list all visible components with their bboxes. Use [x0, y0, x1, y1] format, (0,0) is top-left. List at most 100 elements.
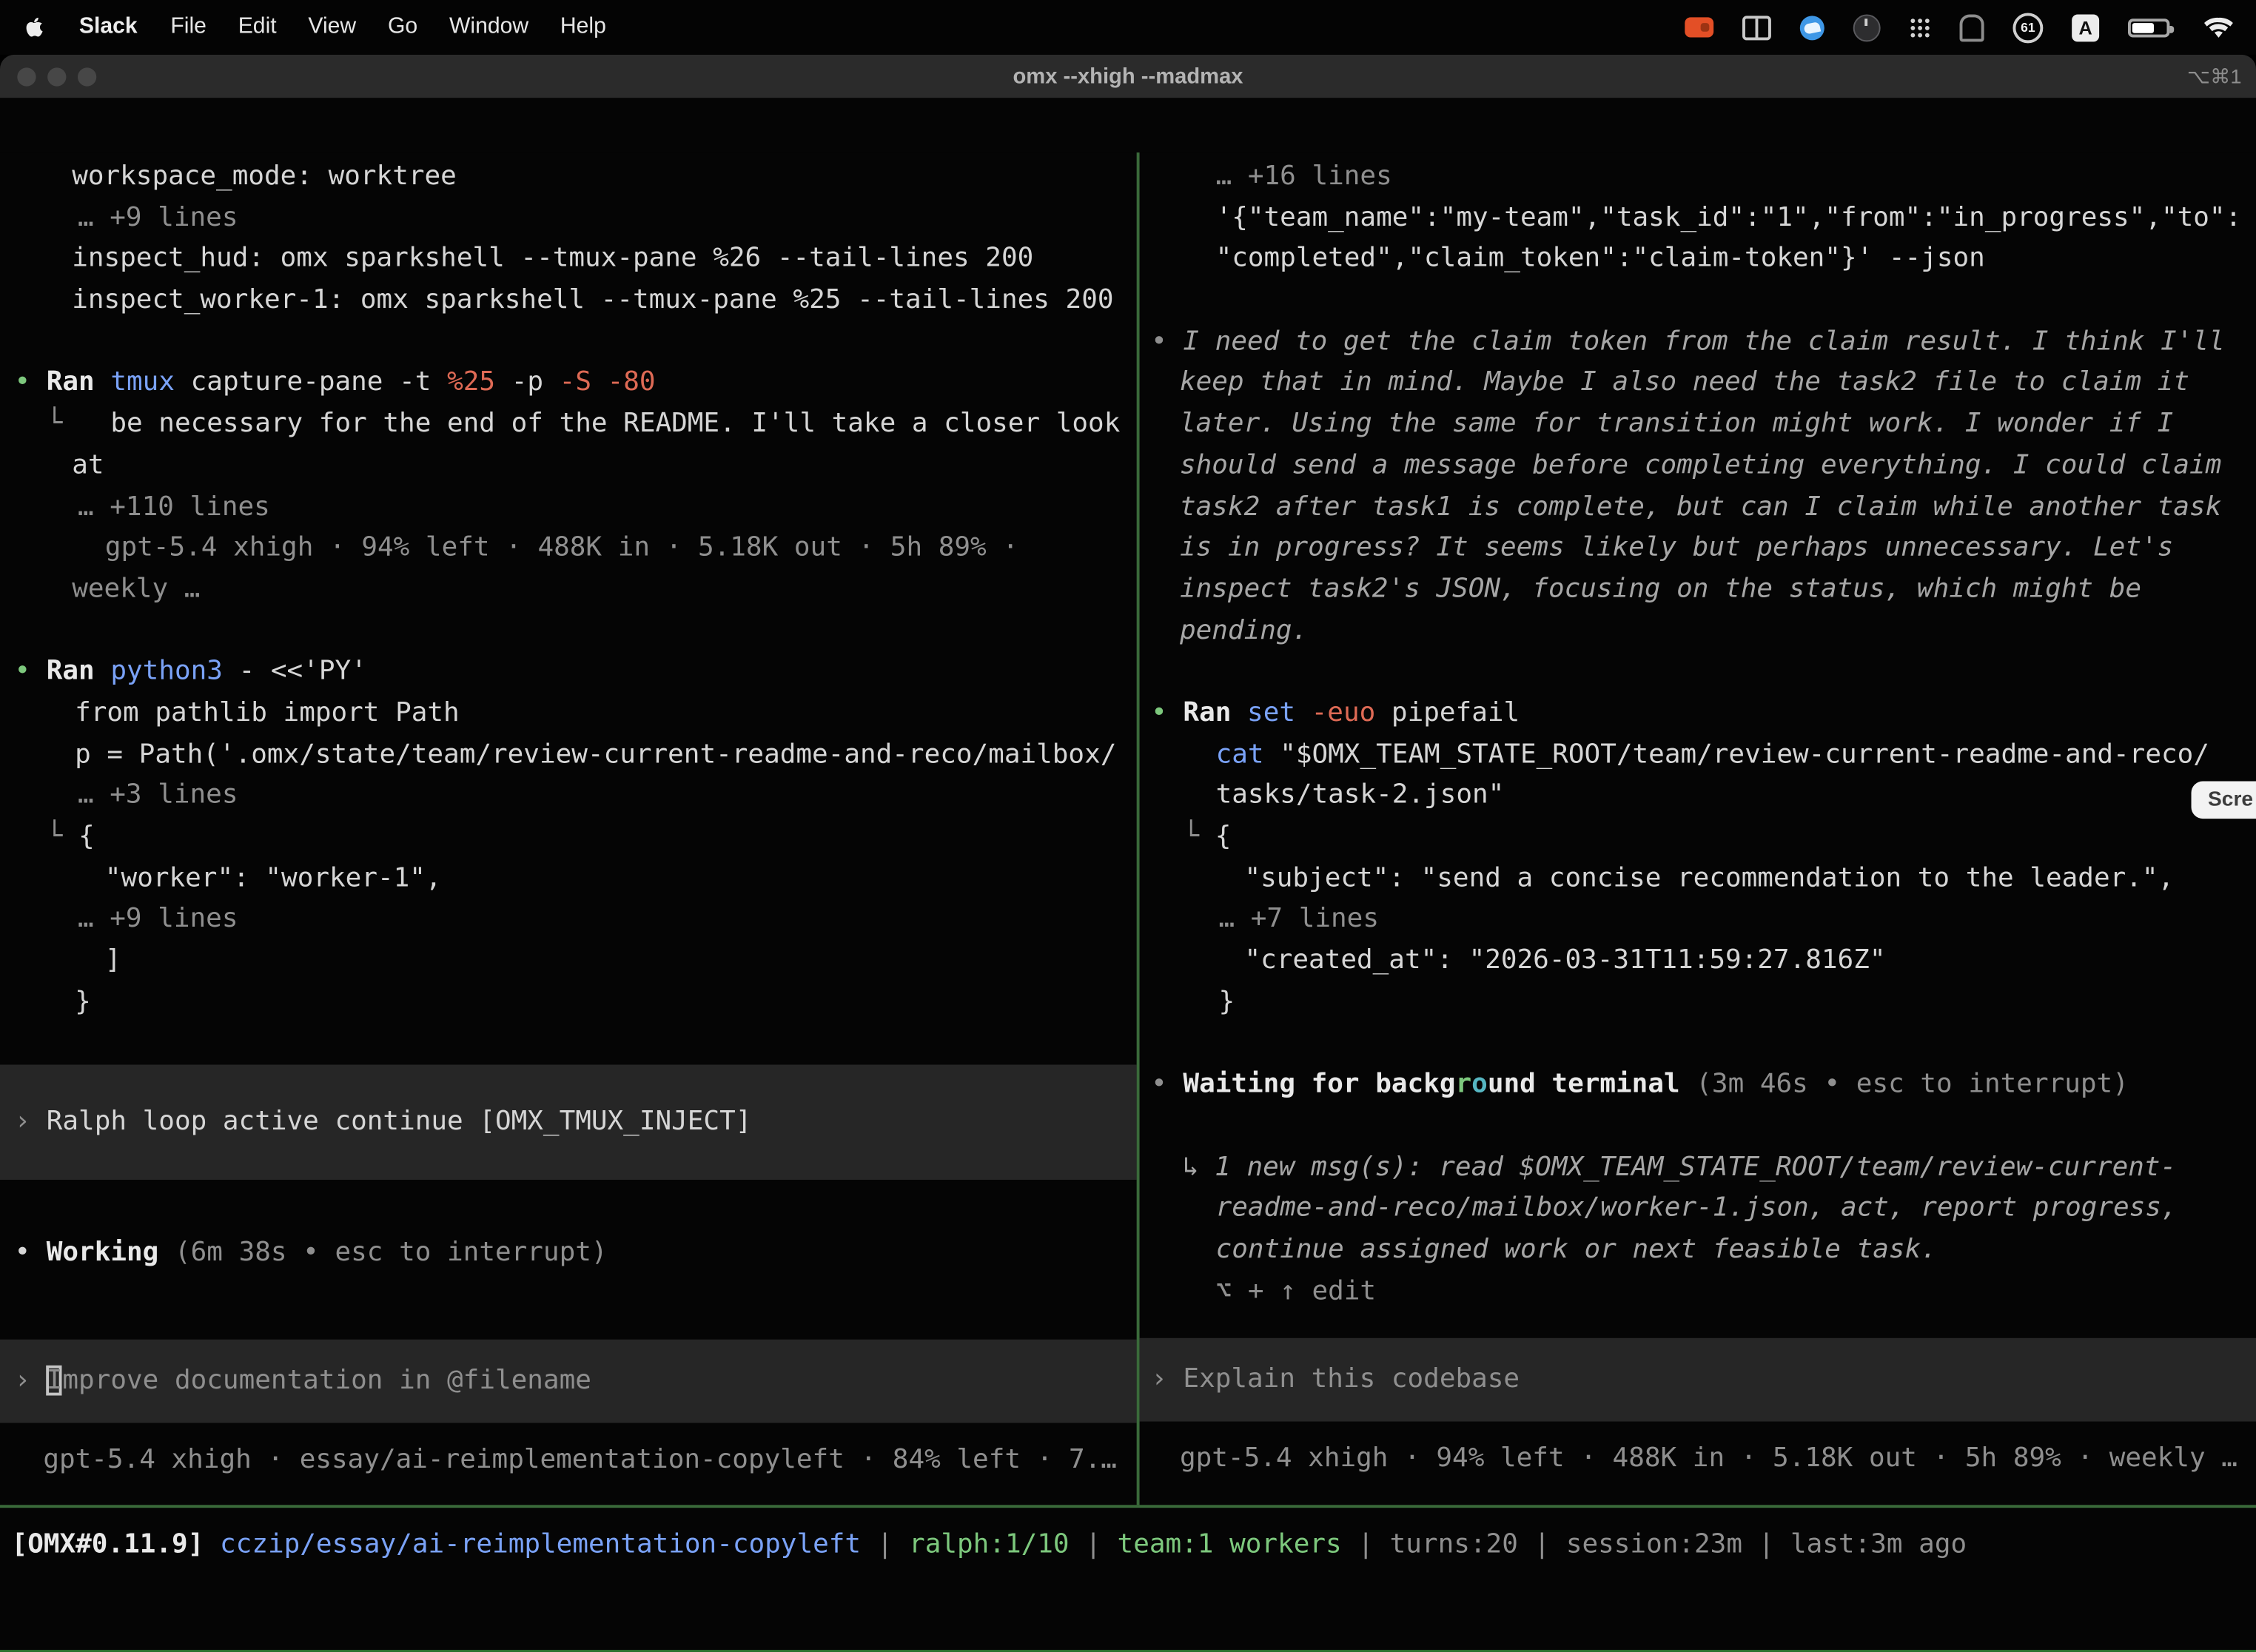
- text-segment: "subject": "send a concise recommendatio…: [1244, 863, 2174, 893]
- composer-input[interactable]: › Improve documentation in @filename: [0, 1340, 1137, 1423]
- text-segment: •: [14, 657, 46, 687]
- menu-bar: Slack File Edit View Go Window Help 61 A: [0, 0, 2256, 55]
- text-segment: set: [1247, 698, 1295, 728]
- text-segment: [1295, 698, 1312, 728]
- app-menu-title[interactable]: Slack: [79, 14, 138, 40]
- screen-recording-icon[interactable]: [1685, 17, 1713, 37]
- text-segment: mprove documentation in @filename: [62, 1365, 591, 1395]
- terminal-line: … +16 lines: [1216, 157, 2256, 198]
- menu-bar-left: Slack File Edit View Go Window Help: [23, 14, 622, 40]
- text-segment: is in progress? It seems likely but perh…: [1180, 533, 2173, 563]
- apple-menu-icon[interactable]: [23, 14, 44, 40]
- text-segment: |: [1070, 1529, 1118, 1559]
- terminal-line: from pathlib import Path: [75, 694, 1137, 735]
- text-segment: gpt-5.4 xhigh · 94% left · 488K in · 5.1…: [105, 533, 1018, 563]
- terminal-line: }: [1218, 982, 2256, 1024]
- band-text: › Explain this codebase: [1151, 1360, 1520, 1401]
- text-segment: r: [1456, 1070, 1472, 1100]
- battery-icon[interactable]: [2128, 18, 2169, 36]
- tmux-pane-left[interactable]: workspace_mode: worktree… +9 lines inspec…: [0, 152, 1137, 1505]
- text-segment: "worker": "worker-1",: [105, 863, 442, 893]
- desktop-screen: Slack File Edit View Go Window Help 61 A: [0, 0, 2256, 1652]
- input-source-icon[interactable]: A: [2072, 13, 2099, 41]
- text-segment: "completed","claim_token":"claim-token"}…: [1216, 244, 1985, 274]
- terminal-line: workspace_mode: worktree: [72, 157, 1136, 198]
- terminal-line: ]: [105, 941, 1137, 982]
- text-segment: {: [78, 822, 95, 852]
- text-segment: Working: [47, 1237, 159, 1267]
- composer-input[interactable]: › Explain this codebase: [1140, 1338, 2256, 1422]
- terminal-line: … +7 lines: [1218, 900, 2256, 941]
- tmux-pane-right[interactable]: … +16 lines'{"team_name":"my-team","task…: [1140, 152, 2256, 1505]
- text-segment: turns:20: [1390, 1529, 1518, 1559]
- terminal-line: gpt-5.4 xhigh · 94% left · 488K in · 5.1…: [1180, 1439, 2256, 1480]
- terminal-line: inspect_hud: omx sparkshell --tmux-pane …: [72, 239, 1136, 281]
- terminal-window: omx --xhigh --madmax ⌥⌘1 workspace_mode:…: [0, 55, 2256, 1652]
- text-segment: •: [1151, 698, 1183, 728]
- zoom-button[interactable]: [78, 67, 96, 85]
- menu-items: File Edit View Go Window Help: [155, 14, 622, 40]
- window-shortcut-hint: ⌥⌘1: [2187, 64, 2242, 89]
- window-titlebar[interactable]: omx --xhigh --madmax ⌥⌘1: [0, 55, 2256, 98]
- menu-go[interactable]: Go: [388, 14, 417, 38]
- menu-window[interactable]: Window: [449, 14, 528, 38]
- terminal-line: is in progress? It seems likely but perh…: [1180, 528, 2256, 570]
- menu-view[interactable]: View: [308, 14, 356, 38]
- text-segment: inspect_hud: omx sparkshell --tmux-pane …: [72, 244, 1033, 274]
- text-segment: session:23m: [1566, 1529, 1742, 1559]
- text-segment: tasks/task-2.json": [1216, 780, 1505, 810]
- text-segment: capture-pane -t: [175, 368, 447, 398]
- faint-app-icon[interactable]: [1960, 13, 1984, 41]
- text-segment: •: [1151, 1070, 1183, 1100]
- band-text: › Improve documentation in @filename: [14, 1361, 591, 1403]
- blue-app-icon[interactable]: [1800, 15, 1824, 39]
- terminal-line: ⌥ + ↑ edit: [1216, 1272, 2256, 1313]
- text-segment: - <<'PY': [223, 657, 367, 687]
- battery-percentage-gauge[interactable]: 61: [2012, 13, 2043, 43]
- text-segment: (6m 38s • esc to interrupt): [158, 1237, 607, 1267]
- text-segment: ralph:1/10: [909, 1529, 1070, 1559]
- text-segment: Ran: [47, 368, 111, 398]
- terminal-line: gpt-5.4 xhigh · 94% left · 488K in · 5.1…: [105, 528, 1137, 570]
- text-segment: I need to get the claim token from the c…: [1183, 326, 2224, 357]
- grid-menu-icon[interactable]: [1910, 16, 1931, 38]
- band-text: › Ralph loop active continue [OMX_TMUX_I…: [14, 1102, 751, 1144]
- blank-line: [1151, 1106, 2256, 1147]
- spacer: [12, 1221, 1137, 1233]
- minimize-button[interactable]: [47, 67, 66, 85]
- menu-help[interactable]: Help: [560, 14, 606, 38]
- text-segment: inspect_worker-1: omx sparkshell --tmux-…: [72, 285, 1113, 315]
- text-segment: task2 after task1 is complete, but can I…: [1180, 491, 2221, 522]
- text-segment: Ralph loop active continue [OMX_TMUX_INJ…: [47, 1106, 752, 1136]
- menu-edit[interactable]: Edit: [238, 14, 277, 38]
- text-segment: … +16 lines: [1216, 161, 1392, 192]
- text-segment: o: [1471, 1070, 1488, 1100]
- terminal-line: • Ran python3 - <<'PY': [14, 652, 1136, 694]
- terminal-line: └ {: [14, 817, 1136, 859]
- blank-line: [12, 322, 1137, 363]
- terminal-line: readme-and-reco/mailbox/worker-1.json, a…: [1216, 1189, 2256, 1230]
- terminal-line: … +9 lines: [78, 198, 1137, 240]
- text-segment: … +110 lines: [78, 491, 270, 522]
- terminal-line: gpt-5.4 xhigh · essay/ai-reimplementatio…: [43, 1440, 1136, 1482]
- text-segment: from pathlib import Path: [75, 698, 460, 728]
- text-segment: └: [14, 409, 110, 439]
- dark-knob-app-icon[interactable]: [1853, 13, 1881, 41]
- close-button[interactable]: [17, 67, 36, 85]
- terminal-line: cat "$OMX_TEAM_STATE_ROOT/team/review-cu…: [1216, 735, 2256, 776]
- window-layout-icon[interactable]: [1742, 15, 1771, 39]
- screenshot-tooltip[interactable]: Scre: [2191, 782, 2256, 819]
- input-source-letter: A: [2079, 16, 2092, 38]
- text-segment: … +3 lines: [78, 780, 238, 810]
- tmux-status-bar: [omx-cczip0:bash* "MacBook-Pro-44.local"…: [0, 1651, 2256, 1652]
- text-segment: ›: [14, 1106, 46, 1136]
- battery-percent-label: 61: [2021, 20, 2035, 34]
- wifi-icon[interactable]: [2204, 16, 2233, 38]
- terminal-line: keep that in mind. Maybe I also need the…: [1180, 363, 2256, 405]
- menu-file[interactable]: File: [170, 14, 207, 38]
- terminal-line: • Ran set -euo pipefail: [1151, 694, 2256, 735]
- text-segment: "created_at": "2026-03-31T11:59:27.816Z": [1244, 945, 1885, 976]
- text-segment: -euo: [1312, 698, 1376, 728]
- window-title: omx --xhigh --madmax: [0, 64, 2256, 89]
- text-segment: └: [14, 822, 78, 852]
